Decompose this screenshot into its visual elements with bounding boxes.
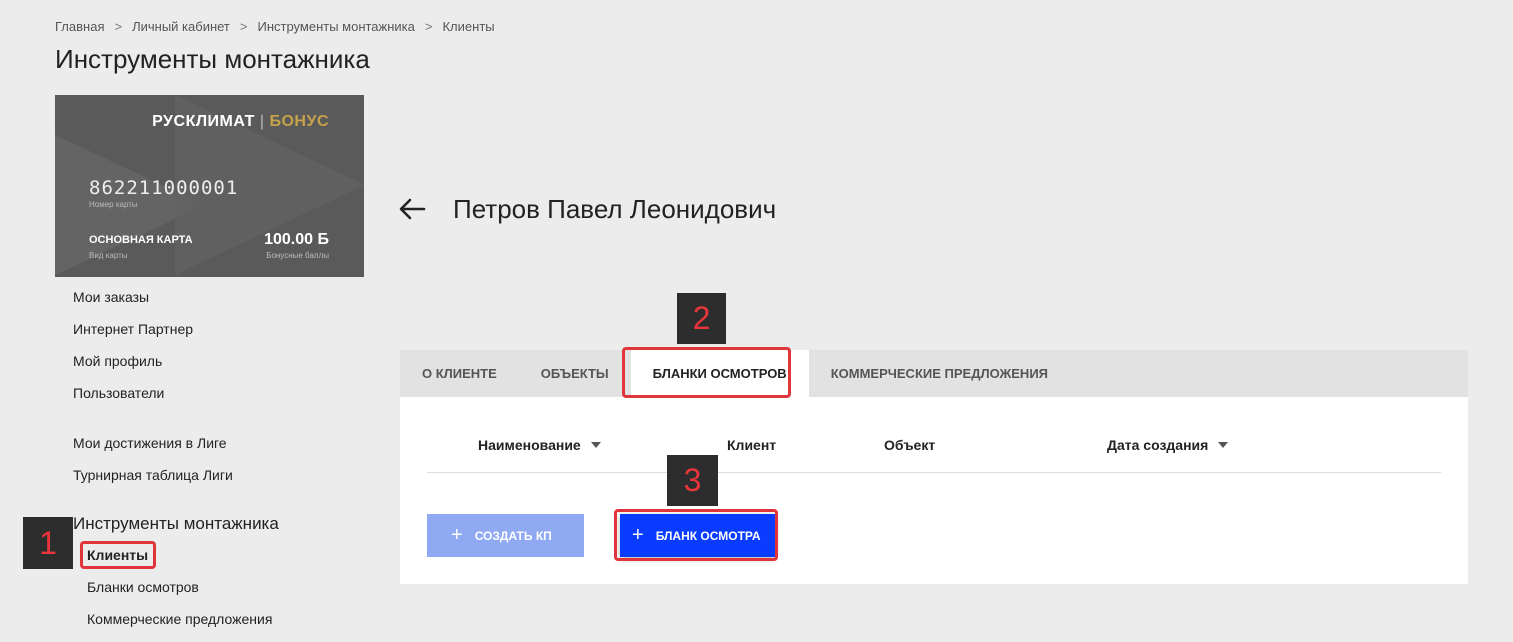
card-type-caption: Вид карты — [89, 251, 128, 260]
card-points-caption: Бонусные баллы — [266, 251, 329, 260]
card-brand: РУСКЛИМАТ | БОНУС — [152, 113, 329, 131]
annotation-badge-2: 2 — [677, 293, 726, 344]
tab-offers[interactable]: КОММЕРЧЕСКИЕ ПРЕДЛОЖЕНИЯ — [809, 350, 1070, 397]
breadcrumb-separator: > — [424, 19, 433, 34]
page-title: Инструменты монтажника — [55, 44, 370, 74]
tab-objects[interactable]: ОБЪЕКТЫ — [519, 350, 631, 397]
highlight-tab-inspections — [622, 347, 791, 398]
breadcrumb: Главная > Личный кабинет > Инструменты м… — [55, 19, 495, 34]
column-header-object: Объект — [884, 437, 936, 453]
card-number-caption: Номер карты — [89, 200, 138, 209]
menu-item-achievements[interactable]: Мои достижения в Лиге — [73, 435, 227, 451]
breadcrumb-separator: > — [114, 19, 123, 34]
card-brand-name: РУСКЛИМАТ — [152, 113, 255, 130]
breadcrumb-cabinet[interactable]: Личный кабинет — [132, 19, 230, 34]
annotation-badge-3: 3 — [667, 455, 718, 506]
card-brand-pipe: | — [259, 113, 265, 130]
client-panel: О КЛИЕНТЕ ОБЪЕКТЫ БЛАНКИ ОСМОТРОВ КОММЕР… — [400, 350, 1468, 584]
client-name: Петров Павел Леонидович — [453, 194, 777, 224]
highlight-blank-button — [614, 509, 778, 561]
card-brand-bonus: БОНУС — [269, 113, 329, 130]
breadcrumb-tools[interactable]: Инструменты монтажника — [257, 19, 414, 34]
menu-item-profile[interactable]: Мой профиль — [73, 353, 162, 369]
menu-item-users[interactable]: Пользователи — [73, 385, 164, 401]
column-header-date[interactable]: Дата создания — [1107, 437, 1229, 453]
create-kp-label: СОЗДАТЬ КП — [474, 528, 552, 543]
bonus-card: РУСКЛИМАТ | БОНУС 862211000001 Номер кар… — [55, 95, 364, 277]
sort-down-icon[interactable] — [590, 442, 601, 448]
tab-about-client[interactable]: О КЛИЕНТЕ — [400, 350, 519, 397]
card-points: 100.00 Б — [264, 231, 329, 248]
submenu-item-inspections[interactable]: Бланки осмотров — [87, 579, 199, 595]
menu-item-orders[interactable]: Мои заказы — [73, 289, 149, 305]
breadcrumb-home[interactable]: Главная — [55, 19, 104, 34]
card-type: ОСНОВНАЯ КАРТА — [89, 234, 193, 246]
arrow-left-icon[interactable] — [398, 196, 426, 228]
column-header-client: Клиент — [727, 437, 777, 453]
menu-section-tools[interactable]: Инструменты монтажника — [73, 514, 279, 534]
create-kp-button[interactable]: + СОЗДАТЬ КП — [427, 514, 584, 557]
annotation-badge-1: 1 — [23, 517, 73, 569]
menu-item-partner[interactable]: Интернет Партнер — [73, 321, 193, 337]
card-number: 862211000001 — [89, 177, 239, 199]
plus-icon: + — [451, 524, 463, 546]
sort-down-icon[interactable] — [1218, 442, 1229, 448]
tab-bar: О КЛИЕНТЕ ОБЪЕКТЫ БЛАНКИ ОСМОТРОВ КОММЕР… — [400, 350, 1468, 397]
breadcrumb-separator: > — [239, 19, 248, 34]
table-divider — [427, 472, 1441, 473]
column-header-name[interactable]: Наименование — [478, 437, 601, 453]
breadcrumb-clients: Клиенты — [442, 19, 495, 34]
column-header-name-label: Наименование — [478, 437, 581, 453]
highlight-clients — [80, 541, 156, 569]
submenu-item-offers[interactable]: Коммерческие предложения — [87, 611, 272, 627]
column-header-date-label: Дата создания — [1107, 437, 1209, 453]
menu-item-league-table[interactable]: Турнирная таблица Лиги — [73, 467, 233, 483]
